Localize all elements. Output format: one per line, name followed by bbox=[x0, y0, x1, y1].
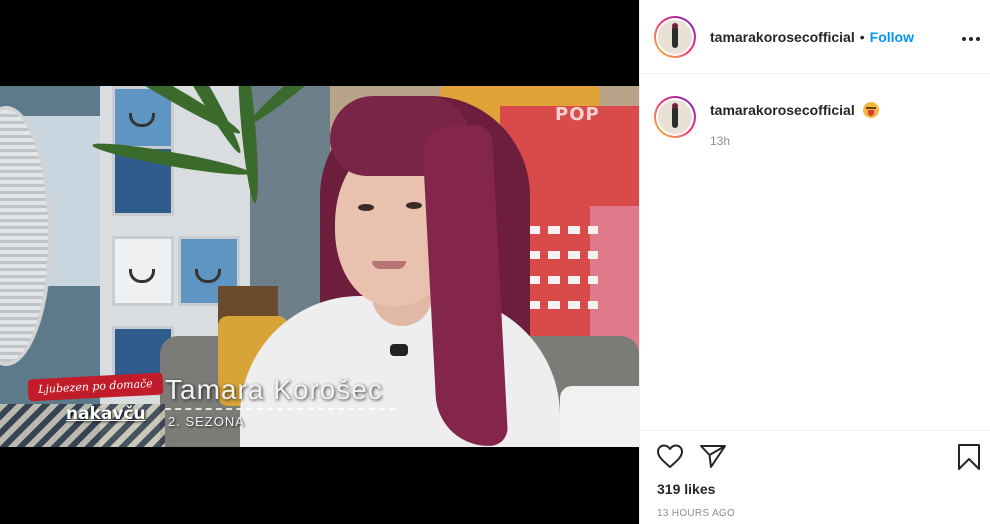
separator-dot: • bbox=[859, 28, 865, 45]
likes-count[interactable]: 319 likes bbox=[657, 481, 715, 497]
tv-channel-watermark: POP bbox=[555, 104, 600, 125]
post-sidebar: tamarakorosecofficial • Follow tamarakor… bbox=[639, 0, 990, 524]
more-options-icon[interactable] bbox=[961, 26, 981, 46]
tongue-emoji-icon bbox=[862, 102, 879, 118]
caption-avatar[interactable] bbox=[654, 96, 696, 138]
avatar[interactable] bbox=[654, 15, 696, 58]
post-header: tamarakorosecofficial • Follow bbox=[640, 0, 990, 74]
heart-icon[interactable] bbox=[656, 443, 684, 474]
send-icon[interactable] bbox=[699, 443, 727, 474]
lapel-mic bbox=[390, 344, 408, 356]
caption-username-link[interactable]: tamarakorosecofficial bbox=[710, 102, 855, 118]
post-date[interactable]: 13 HOURS AGO bbox=[657, 508, 735, 519]
show-logo: nakavču bbox=[66, 404, 146, 424]
caption: tamarakorosecofficial 13h bbox=[654, 96, 879, 148]
caption-timestamp[interactable]: 13h bbox=[710, 134, 879, 148]
bookmark-icon[interactable] bbox=[957, 443, 981, 476]
username-link[interactable]: tamarakorosecofficial bbox=[710, 29, 855, 45]
post-media[interactable]: POP Ljubezen po domače nakavču Tamara Ko… bbox=[0, 0, 639, 524]
lower-third-name: Tamara Korošec bbox=[165, 374, 383, 405]
action-bar: 319 likes 13 HOURS AGO bbox=[640, 430, 990, 524]
follow-button[interactable]: Follow bbox=[870, 29, 914, 45]
video-still: POP Ljubezen po domače nakavču Tamara Ko… bbox=[0, 86, 639, 447]
lower-third-subtitle: 2. SEZONA bbox=[168, 414, 245, 429]
instagram-post: POP Ljubezen po domače nakavču Tamara Ko… bbox=[0, 0, 990, 524]
